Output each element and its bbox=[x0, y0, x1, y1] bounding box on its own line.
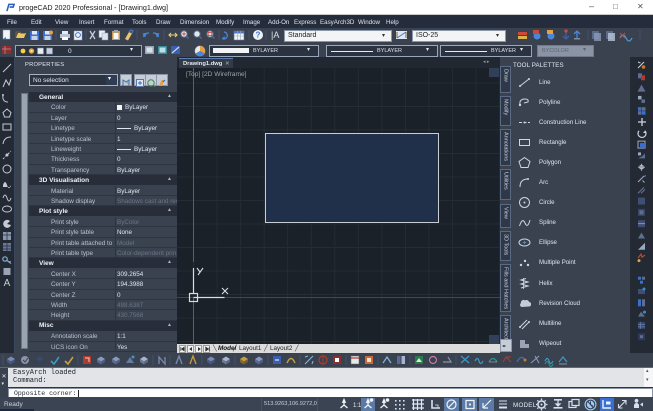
svg-text:A: A bbox=[4, 278, 11, 289]
svg-text:1:1: 1:1 bbox=[353, 403, 362, 409]
svg-text:MODEL: MODEL bbox=[513, 402, 537, 409]
svg-text:?: ? bbox=[256, 31, 261, 40]
svg-text:|A: |A bbox=[271, 30, 279, 40]
